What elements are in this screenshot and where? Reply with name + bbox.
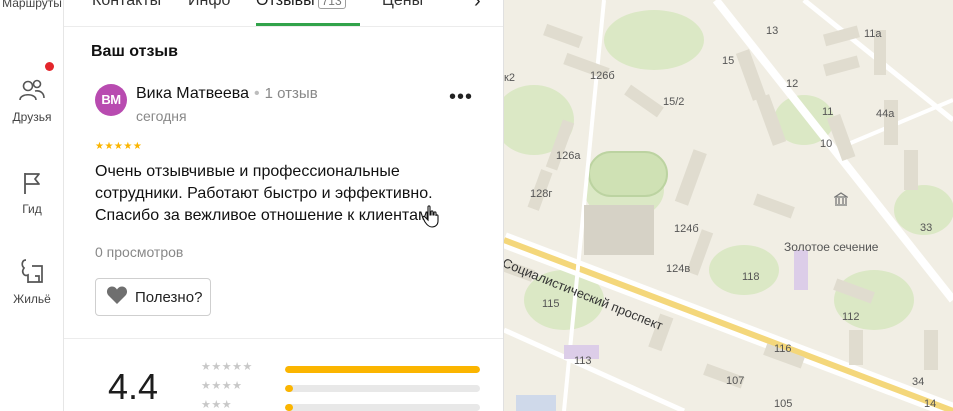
housing-icon — [0, 256, 64, 286]
rating-row: ★★★★★ — [201, 361, 503, 376]
left-rail: Маршруты Друзья Гид Жильё — [0, 0, 64, 411]
review-author-line: Вика Матвеева • 1 отзыв — [136, 85, 318, 102]
rating-row: ★★★★ — [201, 380, 503, 395]
rating-row-bar — [285, 366, 480, 373]
tab-reviews[interactable]: Отзывы 713 — [256, 0, 346, 10]
hand-cursor-icon — [421, 205, 441, 234]
rail-item-routes[interactable]: Маршруты — [0, 0, 64, 10]
map-building-label: 12 — [786, 78, 799, 90]
rail-label-friends: Друзья — [12, 110, 52, 124]
divider — [64, 338, 503, 339]
tab-active-underline — [256, 23, 360, 26]
map-building-label: 11 — [822, 106, 834, 118]
map-building-label: 105 — [774, 398, 793, 410]
tab-prices[interactable]: Цены — [382, 0, 423, 10]
map-building-label: 33 — [920, 222, 933, 234]
map-building-label: 128г — [530, 188, 553, 200]
rail-item-housing[interactable]: Жильё — [0, 256, 64, 306]
rating-row-bar — [285, 404, 480, 411]
review-views: 0 просмотров — [95, 244, 184, 260]
tab-bar: Контакты Инфо Отзывы 713 Цены › — [64, 0, 503, 27]
rating-row-fill — [285, 385, 293, 392]
map[interactable]: к2 126б 15 13 11а 12 15/2 44а 11 126а 10… — [504, 0, 953, 411]
map-building-label: 126а — [556, 150, 581, 162]
avatar[interactable]: ВМ — [95, 84, 127, 116]
map-building-label: 10 — [820, 138, 833, 150]
chevron-right-icon[interactable]: › — [474, 0, 481, 13]
useful-button-label: Полезно? — [135, 288, 203, 306]
tab-contacts[interactable]: Контакты — [92, 0, 161, 10]
review-stars: ★★★★★ — [95, 141, 143, 152]
rating-row-stars: ★★★★★ — [201, 361, 253, 373]
rating-row-fill — [285, 366, 480, 373]
author-review-count: 1 отзыв — [264, 85, 318, 102]
rail-item-guide[interactable]: Гид — [0, 170, 64, 216]
rating-row: ★★★ — [201, 399, 503, 411]
map-building-label: 116 — [774, 343, 792, 355]
notification-dot — [45, 62, 54, 71]
rail-label-guide: Гид — [22, 202, 42, 216]
map-building-label: 34 — [912, 376, 925, 388]
tab-info[interactable]: Инфо — [188, 0, 230, 10]
tab-reviews-label: Отзывы — [256, 0, 315, 9]
map-building-label: к2 — [504, 72, 515, 84]
friends-icon — [0, 78, 64, 104]
more-options-icon[interactable]: ••• — [449, 86, 473, 109]
map-building-label: 13 — [766, 25, 779, 37]
map-building-label: 124б — [674, 223, 699, 235]
rating-row-fill — [285, 404, 293, 411]
author-name[interactable]: Вика Матвеева — [136, 85, 249, 102]
rail-item-friends[interactable]: Друзья — [0, 78, 64, 124]
map-building-label: 107 — [726, 375, 745, 387]
map-building-label: 11а — [864, 28, 882, 40]
section-title: Ваш отзыв — [91, 43, 178, 60]
rating-row-stars: ★★★★ — [201, 380, 243, 392]
map-building-label: 15 — [722, 55, 735, 67]
map-building-label: 112 — [842, 311, 860, 323]
overall-rating: 4.4 — [108, 366, 159, 407]
rail-label-routes: Маршруты — [2, 0, 62, 10]
map-poi-label[interactable]: Золотое сечение — [784, 240, 878, 254]
map-building-label: 118 — [742, 271, 760, 283]
heart-icon — [106, 285, 128, 310]
map-building-label: 14 — [924, 398, 937, 410]
rating-row-stars: ★★★ — [201, 399, 233, 411]
tab-reviews-badge: 713 — [317, 0, 346, 9]
map-building-label: 44а — [876, 108, 895, 120]
useful-button[interactable]: Полезно? — [95, 278, 212, 316]
map-building-label: 113 — [574, 355, 592, 367]
map-building-label: 124в — [666, 263, 691, 275]
map-building-label: 15/2 — [663, 96, 685, 108]
review-date: сегодня — [136, 108, 187, 124]
map-building-label: 115 — [542, 298, 560, 310]
rating-row-bar — [285, 385, 480, 392]
rail-label-housing: Жильё — [13, 292, 51, 306]
map-building-label: 126б — [590, 70, 615, 82]
flag-icon — [0, 170, 64, 196]
